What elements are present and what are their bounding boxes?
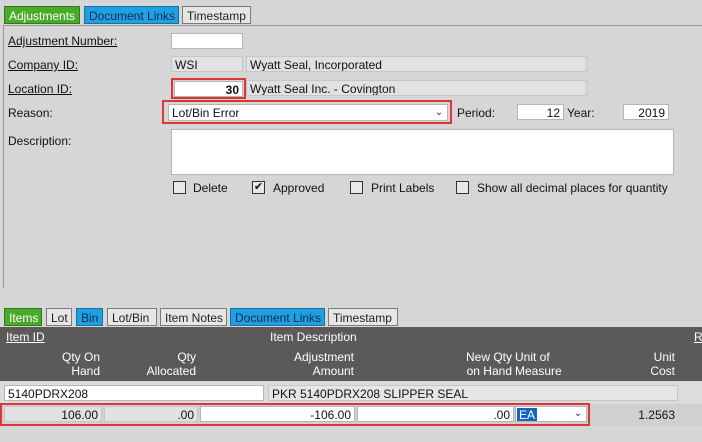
- uom-header-line2: Measure: [515, 364, 562, 378]
- item-id-header[interactable]: Item ID: [6, 330, 45, 344]
- unit-of-measure-header[interactable]: Unit of Measure: [515, 350, 562, 378]
- location-id-label: Location ID:: [8, 82, 73, 96]
- unit-of-measure-select[interactable]: EA ⌄: [515, 406, 587, 422]
- item-description-header[interactable]: Item Description: [270, 330, 357, 344]
- description-label: Description:: [8, 134, 72, 148]
- unit-of-measure-value: EA: [517, 408, 538, 422]
- tab-lot-bin[interactable]: Lot/Bin: [107, 308, 157, 326]
- company-id-field[interactable]: WSI: [171, 56, 243, 72]
- unit-cost-header-line2: Cost: [650, 364, 675, 378]
- uom-header-line1: Unit of: [515, 350, 550, 364]
- item-id-field[interactable]: 5140PDRX208: [4, 385, 264, 401]
- location-id-field[interactable]: 30: [174, 81, 243, 97]
- tab-items-timestamp[interactable]: Timestamp: [328, 308, 398, 326]
- edge-header[interactable]: R: [694, 330, 702, 344]
- unit-cost-header-line1: Unit: [653, 350, 675, 364]
- tab-items[interactable]: Items: [4, 308, 42, 326]
- chevron-down-icon[interactable]: ⌄: [431, 106, 447, 120]
- approved-checkbox[interactable]: ✔: [252, 181, 265, 194]
- year-field[interactable]: 2019: [623, 104, 669, 120]
- year-label: Year:: [567, 106, 595, 120]
- new-qty-header-line2: on Hand: [466, 364, 512, 378]
- reason-select[interactable]: Lot/Bin Error ⌄: [168, 104, 448, 121]
- adjustment-amount-field[interactable]: -106.00: [200, 406, 355, 422]
- chevron-down-icon[interactable]: ⌄: [570, 407, 586, 421]
- reason-value: Lot/Bin Error: [172, 106, 240, 120]
- tab-bin[interactable]: Bin: [76, 308, 103, 326]
- unit-cost-header[interactable]: Unit Cost: [620, 350, 675, 378]
- qty-on-hand-cell: 106.00: [4, 406, 102, 422]
- print-labels-label: Print Labels: [371, 181, 435, 195]
- qty-on-hand-header-line2: Hand: [71, 364, 100, 378]
- new-qty-on-hand-header[interactable]: New Qty on Hand: [440, 350, 512, 378]
- adjustment-amount-header-line1: Adjustment: [293, 350, 354, 364]
- description-field[interactable]: [171, 129, 674, 175]
- delete-checkbox[interactable]: [173, 181, 186, 194]
- company-name-field: Wyatt Seal, Incorporated: [246, 56, 587, 72]
- qty-on-hand-header[interactable]: Qty On Hand: [40, 350, 100, 378]
- print-labels-checkbox[interactable]: [350, 181, 363, 194]
- qty-allocated-header-line2: Allocated: [146, 364, 196, 378]
- adjustment-amount-header-line2: Amount: [312, 364, 354, 378]
- adjustment-number-label: Adjustment Number:: [8, 34, 118, 48]
- approved-label: Approved: [273, 181, 325, 195]
- period-label: Period:: [457, 106, 496, 120]
- show-decimals-label: Show all decimal places for quantity: [477, 181, 668, 195]
- unit-cost-cell: 1.2563: [638, 408, 675, 422]
- new-qty-header-line1: New Qty: [465, 350, 512, 364]
- tab-document-links[interactable]: Document Links: [84, 6, 179, 24]
- tab-adjustments[interactable]: Adjustments: [4, 6, 80, 24]
- new-qty-on-hand-field[interactable]: .00: [357, 406, 514, 422]
- tab-item-notes[interactable]: Item Notes: [160, 308, 227, 326]
- item-description-field: PKR 5140PDRX208 SLIPPER SEAL: [268, 385, 678, 401]
- period-field[interactable]: 12: [517, 104, 564, 120]
- grid-header: Item ID Item Description R Qty On Hand Q…: [0, 327, 702, 381]
- tab-timestamp[interactable]: Timestamp: [182, 6, 251, 24]
- reason-label: Reason:: [8, 106, 53, 120]
- show-decimals-checkbox[interactable]: [456, 181, 469, 194]
- qty-allocated-cell: .00: [104, 406, 198, 422]
- tab-lot[interactable]: Lot: [46, 308, 72, 326]
- qty-on-hand-header-line1: Qty On: [61, 350, 100, 364]
- checkmark-icon: ✔: [253, 181, 264, 193]
- location-name-field: Wyatt Seal Inc. - Covington: [246, 80, 587, 96]
- adjustment-number-field[interactable]: [171, 33, 243, 49]
- qty-allocated-header[interactable]: Qty Allocated: [126, 350, 196, 378]
- qty-allocated-header-line1: Qty: [177, 350, 196, 364]
- adjustment-amount-header[interactable]: Adjustment Amount: [270, 350, 354, 378]
- tab-items-document-links[interactable]: Document Links: [230, 308, 325, 326]
- company-id-label: Company ID:: [8, 58, 79, 72]
- delete-label: Delete: [193, 181, 228, 195]
